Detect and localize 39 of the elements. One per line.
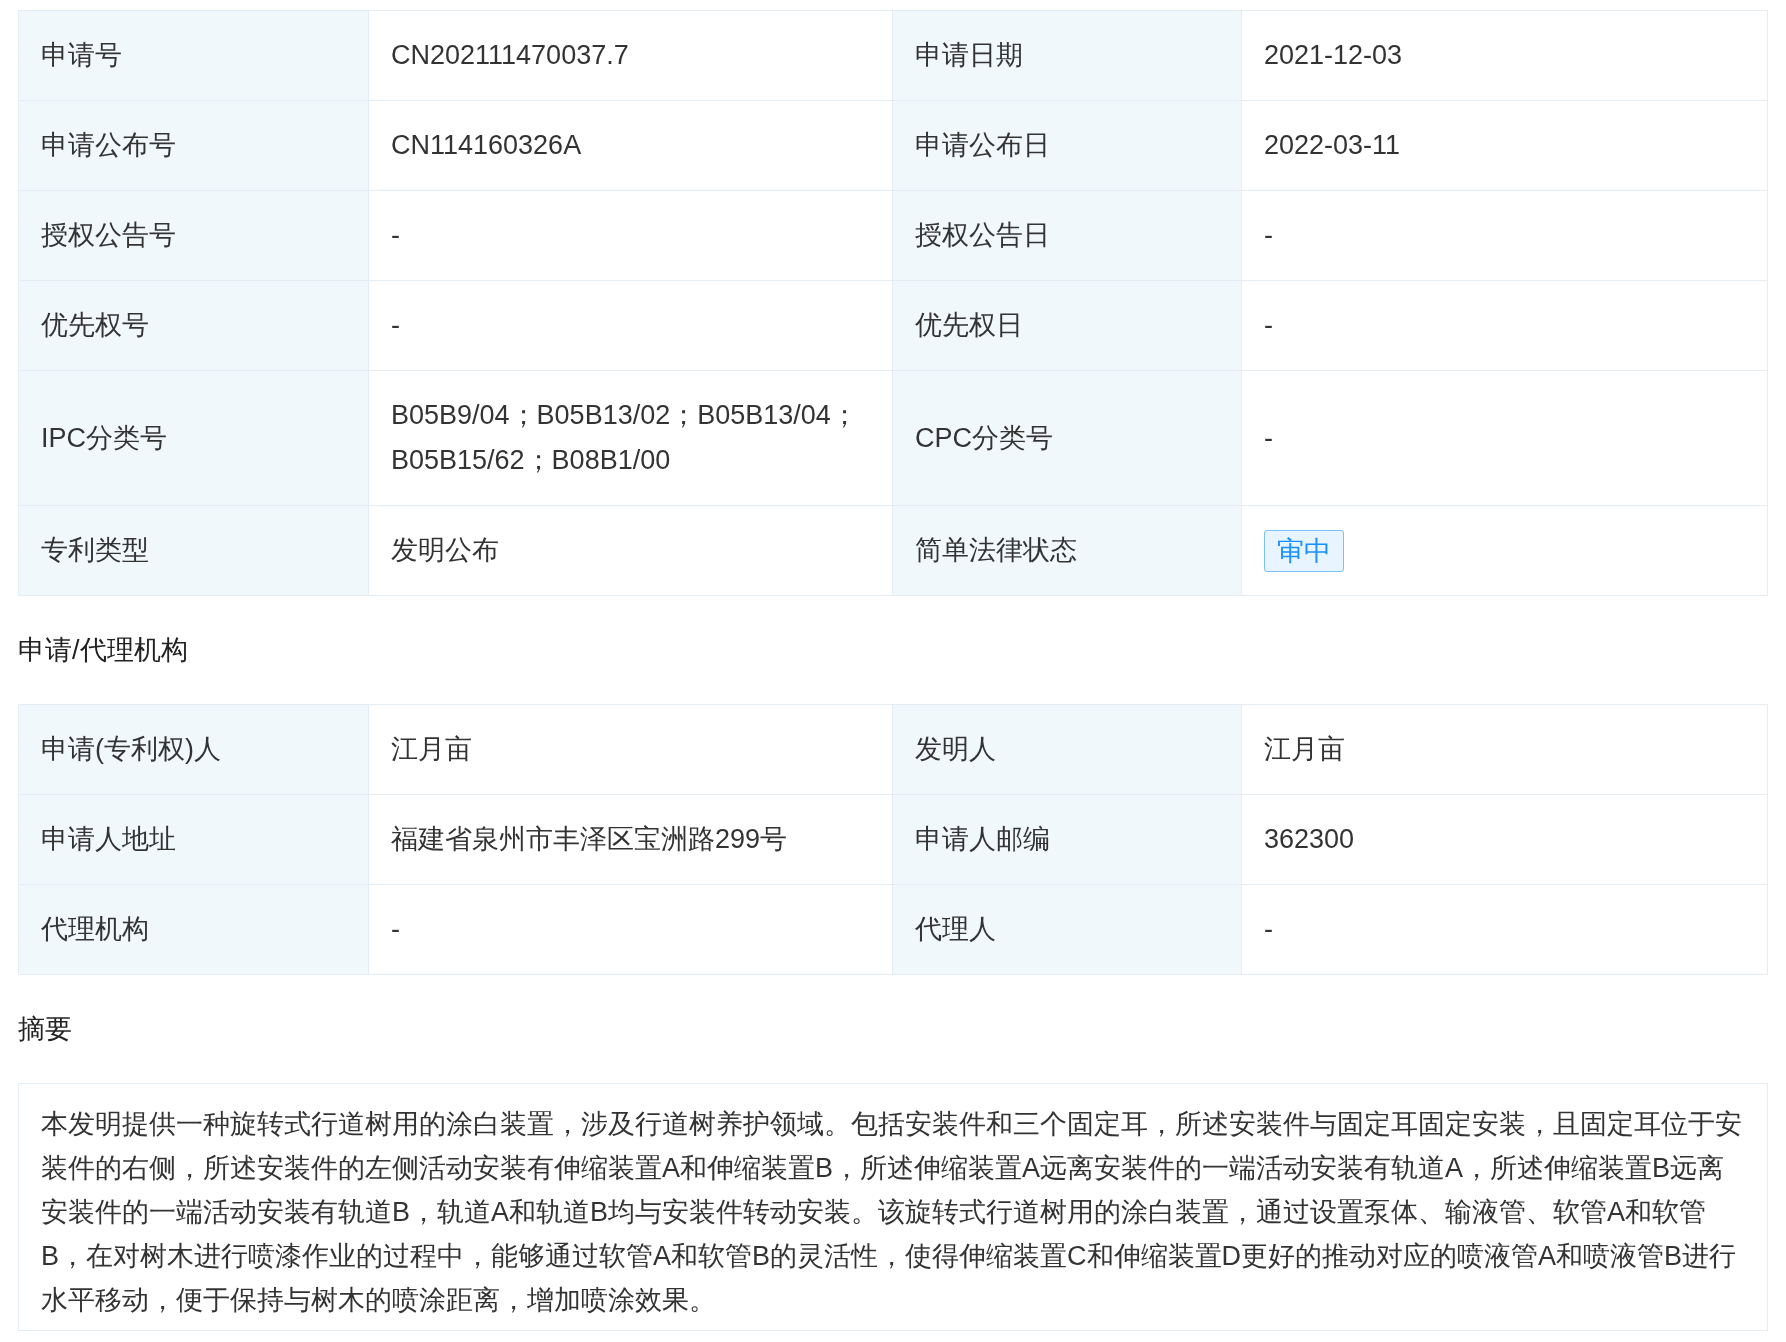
section-title: 摘要 [18, 1013, 73, 1046]
field-value: - [391, 219, 400, 252]
field-label: 申请(专利权)人 [19, 705, 369, 795]
field-value: B05B9/04；B05B13/02；B05B13/04；B05B15/62；B08B1/00 [391, 399, 859, 477]
field-value: - [391, 913, 400, 946]
field-value: - [391, 309, 400, 342]
field-value: 江月亩 [391, 733, 472, 766]
field-label: 申请人邮编 [893, 795, 1242, 885]
field-label: 申请公布号 [19, 101, 369, 191]
field-label: IPC分类号 [19, 371, 369, 506]
field-label: 代理机构 [19, 885, 369, 975]
field-label: CPC分类号 [893, 371, 1242, 506]
field-label: 申请人地址 [19, 795, 369, 885]
field-value: - [1264, 913, 1273, 946]
field-label: 优先权号 [19, 281, 369, 371]
field-label: 专利类型 [19, 506, 369, 596]
field-label: 申请公布日 [893, 101, 1242, 191]
field-label: 授权公告日 [893, 191, 1242, 281]
field-label: 授权公告号 [19, 191, 369, 281]
field-label: 代理人 [893, 885, 1242, 975]
field-value: 发明公布 [391, 534, 499, 567]
field-value: 福建省泉州市丰泽区宝洲路299号 [391, 823, 788, 856]
status-badge: 审中 [1264, 529, 1344, 572]
field-value: CN114160326A [391, 129, 582, 162]
field-value: - [1264, 421, 1273, 455]
abstract-text: 本发明提供一种旋转式行道树用的涂白装置，涉及行道树养护领域。包括安装件和三个固定耳，所述安装件与固定耳固定安装，且固定耳位于安装件的右侧，所述安装件的左侧活动安装有伸缩装置A和伸缩装置B，所述伸缩装置A远离安装件的一端活动安装有轨道A，所述伸缩装置B远离安装件的一端活动安装有轨道B，轨道A和轨道B均与安装件转动安装。该旋转式行道树用的涂白装置，通过设置泵体、输液管、软管A和软管B，在对树木进行喷漆作业的过程中，能够通过软管A和软管B的灵活性，使得伸缩装置C和伸缩装置D更好的推动对应的喷液管A和喷液管B进行水平移动，便于保持与树木的喷涂距离，增加喷涂效果。 [41, 1108, 1743, 1317]
field-value: - [1264, 309, 1273, 342]
field-value: 2022-03-11 [1264, 129, 1401, 162]
field-value: CN202111470037.7 [391, 39, 629, 72]
field-value: 2021-12-03 [1264, 39, 1403, 72]
field-value: 362300 [1264, 823, 1355, 856]
field-label: 优先权日 [893, 281, 1242, 371]
field-value: - [1264, 219, 1273, 252]
field-value: 江月亩 [1264, 733, 1345, 766]
section-title: 申请/代理机构 [18, 634, 189, 667]
field-label: 申请号 [19, 11, 369, 101]
field-label: 申请日期 [893, 11, 1242, 101]
field-label: 简单法律状态 [893, 506, 1242, 596]
field-label: 发明人 [893, 705, 1242, 795]
